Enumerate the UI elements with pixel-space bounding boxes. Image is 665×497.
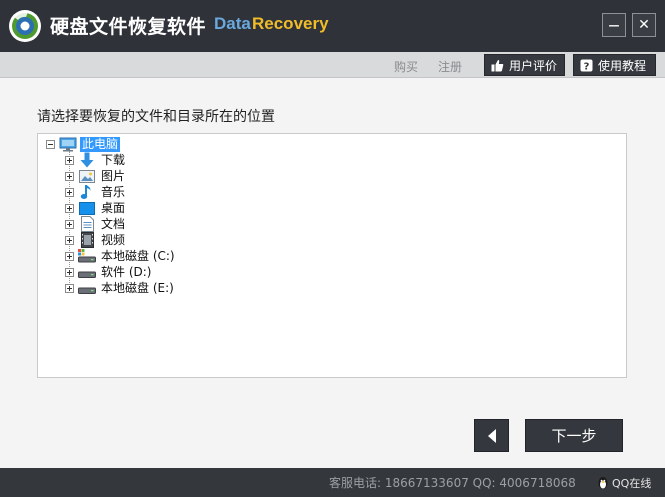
drive-icon: [78, 280, 96, 296]
close-button[interactable]: ✕: [632, 13, 656, 37]
expand-icon[interactable]: [65, 235, 74, 245]
support-contact: 客服电话: 18667133607 QQ: 4006718068: [329, 476, 576, 490]
close-icon: ✕: [638, 17, 650, 33]
tree-item-drive-c[interactable]: 本地磁盘 (C:): [65, 248, 177, 264]
tree-item-drive-d[interactable]: 软件 (D:): [65, 264, 153, 280]
tree-node-label: 本地磁盘 (E:): [101, 280, 174, 295]
qq-penguin-icon: [598, 477, 608, 489]
title-bar: 硬盘文件恢复软件 Data Recovery — ✕: [0, 0, 665, 52]
tree-node-label: 本地磁盘 (C:): [101, 248, 175, 263]
svg-text:?: ?: [584, 61, 590, 72]
tree-node-label: 视频: [101, 232, 126, 247]
user-review-button[interactable]: 用户评价: [484, 54, 565, 76]
collapse-icon[interactable]: [46, 139, 55, 149]
download-icon: [78, 152, 96, 168]
buy-link[interactable]: 购买: [394, 58, 418, 75]
tree-node-label: 桌面: [101, 200, 126, 215]
next-step-button[interactable]: 下一步: [525, 419, 623, 452]
qq-online-link[interactable]: QQ在线: [596, 475, 651, 491]
documents-icon: [78, 216, 96, 232]
tree-root-this-pc[interactable]: 此电脑: [46, 136, 121, 152]
system-drive-icon: [78, 248, 96, 264]
thumbs-up-icon: [491, 59, 504, 71]
tree-item-documents[interactable]: 文档: [65, 216, 127, 232]
tree-item-desktop[interactable]: 桌面: [65, 200, 127, 216]
brand-name-recovery: Recovery: [252, 14, 329, 33]
tree-item-videos[interactable]: 视频: [65, 232, 127, 248]
tutorial-button[interactable]: ? 使用教程: [573, 54, 656, 76]
expand-icon[interactable]: [65, 267, 74, 277]
user-review-label: 用户评价: [509, 58, 558, 73]
tree-node-label: 图片: [101, 168, 126, 183]
expand-icon[interactable]: [65, 203, 74, 213]
tree-item-downloads[interactable]: 下载: [65, 152, 127, 168]
tutorial-label: 使用教程: [598, 58, 647, 73]
expand-icon[interactable]: [65, 283, 74, 293]
location-tree: 此电脑 下载 图片 音乐 桌面 文档 视频 本地磁盘 (C:) 软件 (D:) …: [37, 133, 627, 378]
drive-icon: [78, 264, 96, 280]
app-logo-icon: [9, 10, 41, 42]
music-icon: [78, 184, 96, 200]
desktop-icon: [78, 200, 96, 216]
minimize-button[interactable]: —: [602, 13, 626, 37]
location-prompt: 请选择要恢复的文件和目录所在的位置: [37, 109, 275, 125]
status-bar: 客服电话: 18667133607 QQ: 4006718068 QQ在线: [0, 468, 665, 497]
qq-online-label: QQ在线: [612, 477, 652, 490]
back-button[interactable]: [474, 419, 509, 452]
app-title: 硬盘文件恢复软件: [50, 16, 207, 38]
tree-node-label: 软件 (D:): [101, 264, 152, 279]
tree-item-drive-e[interactable]: 本地磁盘 (E:): [65, 280, 176, 296]
tree-node-label: 下载: [101, 152, 126, 167]
back-arrow-icon: [487, 428, 496, 443]
expand-icon[interactable]: [65, 251, 74, 261]
tree-node-label: 此电脑: [80, 136, 121, 152]
pictures-icon: [78, 168, 96, 184]
minimize-icon: —: [608, 18, 620, 32]
help-icon: ?: [580, 59, 593, 72]
expand-icon[interactable]: [65, 155, 74, 165]
brand-name-data: Data: [214, 14, 251, 33]
videos-icon: [78, 232, 96, 248]
expand-icon[interactable]: [65, 171, 74, 181]
tree-node-label: 文档: [101, 216, 126, 231]
expand-icon[interactable]: [65, 187, 74, 197]
register-link[interactable]: 注册: [438, 58, 462, 75]
tree-node-label: 音乐: [101, 184, 126, 199]
computer-icon: [59, 136, 77, 152]
expand-icon[interactable]: [65, 219, 74, 229]
toolbar: 购买 注册 用户评价 ? 使用教程: [0, 52, 665, 78]
tree-item-music[interactable]: 音乐: [65, 184, 127, 200]
tree-item-pictures[interactable]: 图片: [65, 168, 127, 184]
